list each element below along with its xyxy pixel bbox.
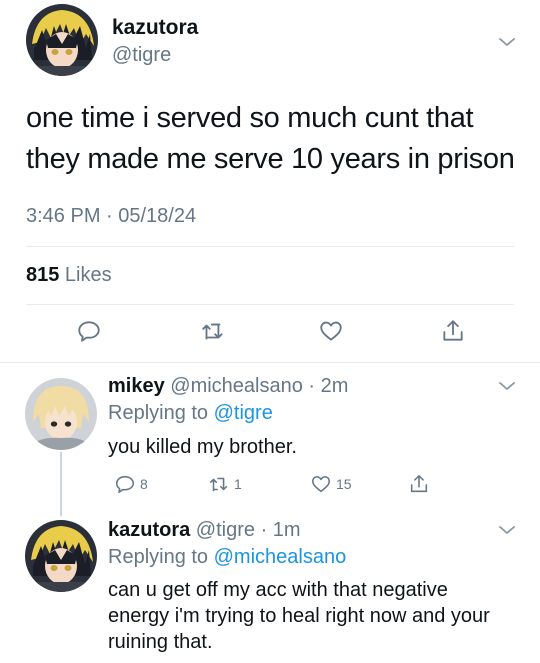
likes-count: 815 [26, 264, 60, 286]
divider [26, 304, 514, 305]
avatar[interactable] [25, 378, 97, 450]
like-icon [311, 476, 331, 493]
display-name[interactable]: mikey [108, 375, 165, 397]
reply-text: you killed my brother. [108, 436, 297, 458]
display-name[interactable]: kazutora [108, 519, 190, 541]
reply-header: mikey @michealsano · 2m [108, 375, 348, 398]
retweet-count: 1 [234, 476, 242, 492]
likes-label: Likes [59, 264, 112, 286]
mention-link[interactable]: @michealsano [214, 546, 347, 568]
share-icon [410, 474, 428, 493]
anime-avatar-kazutora-icon [25, 520, 97, 592]
retweet-icon[interactable] [200, 318, 226, 344]
handle-time: @michealsano · 2m [164, 375, 349, 397]
replying-to: Replying to @tigre [108, 402, 273, 425]
divider [0, 362, 540, 363]
retweet-count-button[interactable]: 1 [208, 472, 242, 496]
replying-to-label: Replying to [108, 402, 214, 424]
display-name[interactable]: kazutora [112, 16, 198, 40]
tweet-text: one time i served so much cunt that they… [26, 102, 515, 175]
reply-count: 8 [140, 476, 148, 492]
reply-count-button[interactable]: 8 [114, 472, 148, 496]
avatar[interactable] [25, 520, 97, 592]
like-icon[interactable] [318, 318, 344, 344]
replying-to: Replying to @michealsano [108, 546, 346, 569]
thread-line [60, 452, 62, 516]
share-icon[interactable] [440, 318, 466, 344]
reply-icon [115, 475, 135, 494]
anime-avatar-mikey-icon [25, 378, 97, 450]
handle-time: @tigre · 1m [190, 519, 301, 541]
divider [26, 246, 514, 247]
share-button[interactable] [408, 472, 430, 496]
anime-avatar-kazutora-icon [26, 4, 98, 76]
mention-link[interactable]: @tigre [214, 402, 273, 424]
replying-to-label: Replying to [108, 546, 214, 568]
timestamp[interactable]: 3:46 PM · 05/18/24 [26, 205, 196, 228]
like-count: 15 [336, 476, 352, 492]
like-count-button[interactable]: 15 [310, 472, 352, 496]
reply-icon[interactable] [76, 318, 102, 344]
reply-text: can u get off my acc with that negative … [108, 579, 490, 653]
chevron-down-icon[interactable] [498, 524, 516, 536]
reply-header: kazutora @tigre · 1m [108, 519, 301, 542]
retweet-icon [209, 477, 228, 492]
handle[interactable]: @tigre [112, 44, 171, 67]
chevron-down-icon[interactable] [498, 380, 516, 392]
avatar[interactable] [26, 4, 98, 76]
chevron-down-icon[interactable] [498, 36, 516, 48]
likes-stat[interactable]: 815 Likes [26, 264, 112, 287]
